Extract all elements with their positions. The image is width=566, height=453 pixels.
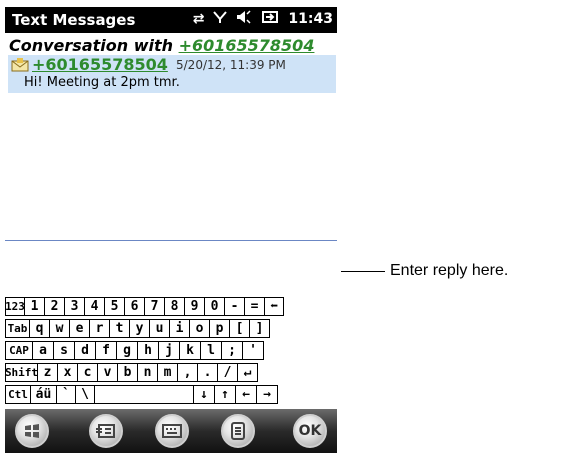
key-q[interactable]: q <box>29 319 50 338</box>
key-u[interactable]: u <box>149 319 170 338</box>
key-slash[interactable]: / <box>217 363 238 382</box>
key-ctl[interactable]: Ctl <box>5 385 31 404</box>
key-5[interactable]: 5 <box>104 297 125 316</box>
key-l[interactable]: l <box>200 341 222 360</box>
key-123[interactable]: 123 <box>5 297 25 316</box>
key-r[interactable]: r <box>89 319 110 338</box>
key-arrow-up[interactable]: ↑ <box>214 385 236 404</box>
callout-label: Enter reply here. <box>390 262 509 279</box>
status-icons: ⇄ 11:43 <box>193 10 333 28</box>
conversation-header: Conversation with +60165578504 <box>9 36 314 55</box>
key-minus[interactable]: - <box>224 297 245 316</box>
key-3[interactable]: 3 <box>64 297 85 316</box>
key-1[interactable]: 1 <box>24 297 45 316</box>
key-period[interactable]: . <box>197 363 218 382</box>
contact-number-link[interactable]: +60165578504 <box>179 36 315 55</box>
key-x[interactable]: x <box>57 363 78 382</box>
key-áü[interactable]: áü <box>30 385 57 404</box>
key-b[interactable]: b <box>117 363 138 382</box>
key-backslash[interactable]: \ <box>75 385 95 404</box>
key-n[interactable]: n <box>137 363 158 382</box>
key-v[interactable]: v <box>97 363 118 382</box>
signal-icon <box>213 10 228 28</box>
key-enter[interactable]: ↵ <box>237 363 258 382</box>
start-button[interactable] <box>15 414 49 448</box>
callout-line <box>341 271 385 272</box>
key-6[interactable]: 6 <box>124 297 145 316</box>
key-f[interactable]: f <box>95 341 117 360</box>
menu-icon <box>231 422 245 440</box>
key-g[interactable]: g <box>116 341 138 360</box>
key-y[interactable]: y <box>129 319 150 338</box>
menu-button[interactable] <box>221 414 255 448</box>
key-2[interactable]: 2 <box>44 297 65 316</box>
key-backspace[interactable]: ⬅ <box>264 297 284 316</box>
keyboard-button[interactable] <box>155 414 189 448</box>
status-bar: Text Messages ⇄ 11:43 <box>5 7 337 33</box>
messaging-button[interactable] <box>89 414 123 448</box>
message-item[interactable]: +60165578504 5/20/12, 11:39 PM Hi! Meeti… <box>8 55 336 93</box>
message-timestamp: 5/20/12, 11:39 PM <box>176 58 286 72</box>
envelope-icon <box>11 58 29 72</box>
key-arrow-down[interactable]: ↓ <box>193 385 215 404</box>
keyboard-row: 123 1 2 3 4 5 6 7 8 9 0- = ⬅ <box>5 297 284 316</box>
keyboard-row: Tab q w e r t y u i o p[] <box>5 319 270 338</box>
key-cap[interactable]: CAP <box>5 341 33 360</box>
key-o[interactable]: o <box>189 319 210 338</box>
key-8[interactable]: 8 <box>164 297 185 316</box>
key-s[interactable]: s <box>53 341 75 360</box>
data-sync-icon: ⇄ <box>192 11 205 27</box>
key-d[interactable]: d <box>74 341 96 360</box>
keyboard-row: CAP a s d f g h j k l; ' <box>5 341 264 360</box>
clock: 11:43 <box>288 11 333 27</box>
messaging-icon <box>96 424 115 438</box>
reply-input[interactable] <box>5 241 337 297</box>
key-a[interactable]: a <box>32 341 54 360</box>
key-z[interactable]: z <box>37 363 58 382</box>
key-e[interactable]: e <box>69 319 90 338</box>
key-7[interactable]: 7 <box>144 297 165 316</box>
key-m[interactable]: m <box>157 363 178 382</box>
key-i[interactable]: i <box>169 319 190 338</box>
key-t[interactable]: t <box>109 319 130 338</box>
key-backtick[interactable]: ` <box>56 385 76 404</box>
key-j[interactable]: j <box>158 341 180 360</box>
phone-screen: Text Messages ⇄ 11:43 Conversation with … <box>5 7 337 453</box>
key-semicolon[interactable]: ; <box>221 341 243 360</box>
battery-icon <box>261 10 279 28</box>
key-apostrophe[interactable]: ' <box>242 341 264 360</box>
key-space[interactable] <box>94 385 194 404</box>
key-c[interactable]: c <box>77 363 98 382</box>
speaker-icon[interactable] <box>236 10 252 28</box>
key-h[interactable]: h <box>137 341 159 360</box>
soft-keyboard: 123 1 2 3 4 5 6 7 8 9 0- = ⬅ Tab q w e r t y u i o p[] CAP a s d f g h… <box>5 295 337 409</box>
bottom-toolbar: OK <box>5 409 337 453</box>
key-left-bracket[interactable]: [ <box>229 319 250 338</box>
key-right-bracket[interactable]: ] <box>249 319 270 338</box>
windows-logo-icon <box>25 424 39 438</box>
key-arrow-right[interactable]: → <box>256 385 278 404</box>
ok-icon: OK <box>298 423 322 439</box>
key-k[interactable]: k <box>179 341 201 360</box>
key-shift[interactable]: Shift <box>5 363 38 382</box>
keyboard-icon <box>162 424 182 438</box>
key-p[interactable]: p <box>209 319 230 338</box>
conversation-header-prefix: Conversation with <box>9 36 179 55</box>
keyboard-row: Shift z x c v b n m,. / ↵ <box>5 363 258 382</box>
key-0[interactable]: 0 <box>204 297 225 316</box>
key-tab[interactable]: Tab <box>5 319 30 338</box>
key-9[interactable]: 9 <box>184 297 205 316</box>
keyboard-row: Ctl áü ` \ ↓ ↑ ← → <box>5 385 278 404</box>
app-title: Text Messages <box>12 11 136 29</box>
key-arrow-left[interactable]: ← <box>235 385 257 404</box>
message-sender[interactable]: +60165578504 <box>32 55 168 74</box>
message-text: Hi! Meeting at 2pm tmr. <box>24 75 180 90</box>
key-w[interactable]: w <box>49 319 70 338</box>
ok-button[interactable]: OK <box>293 414 327 448</box>
key-comma[interactable]: , <box>177 363 198 382</box>
key-4[interactable]: 4 <box>84 297 105 316</box>
key-equals[interactable]: = <box>244 297 265 316</box>
